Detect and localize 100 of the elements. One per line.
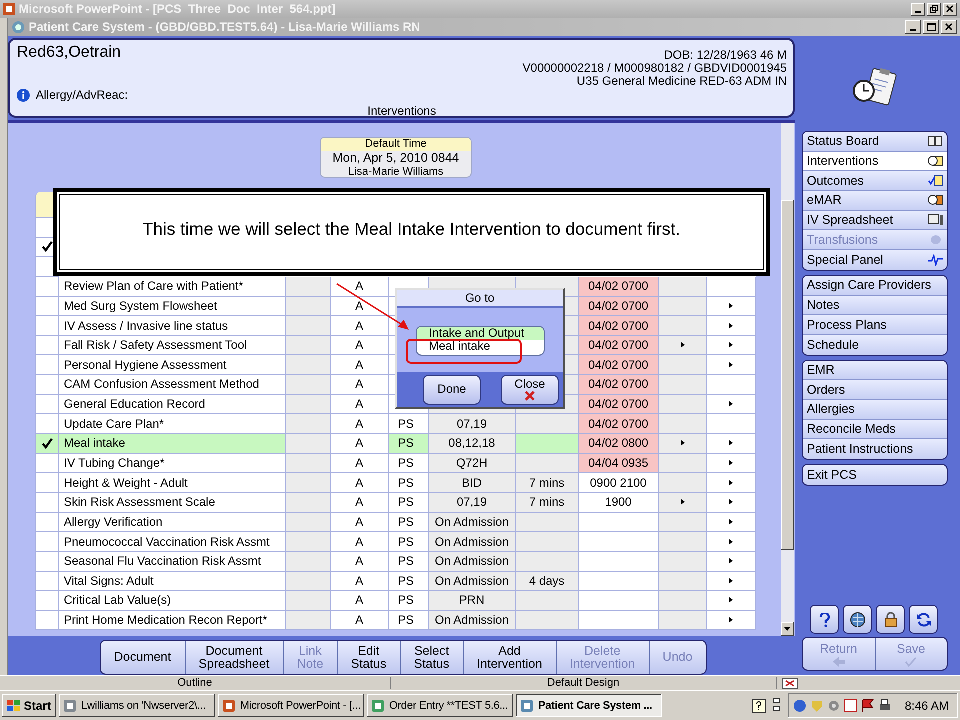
hand-icon[interactable] [792,698,807,712]
table-cell[interactable]: Med Surg System Flowsheet [59,296,286,316]
flag-icon[interactable] [860,698,875,712]
sidebar-item[interactable]: Patient Instructions [803,439,947,459]
table-cell[interactable]: General Education Record [59,394,286,414]
windows-icon [7,700,21,712]
table-cell[interactable]: CAM Confusion Assessment Method [59,375,286,395]
scrollbar[interactable] [781,123,794,636]
expand-icon[interactable] [729,617,733,624]
expand-icon[interactable] [729,362,733,368]
table-cell[interactable]: Pneumococcal Vaccination Risk Assmt [59,532,286,552]
expand-icon[interactable] [680,342,684,348]
table-cell [286,296,331,316]
expand-icon[interactable] [680,499,684,506]
printer-icon[interactable] [878,698,892,712]
table-cell[interactable]: Allergy Verification [59,512,286,532]
close-button[interactable] [943,2,957,16]
sidebar-item[interactable]: IV Spreadsheet [803,210,947,230]
refresh-button[interactable] [909,605,938,634]
table-cell[interactable]: Update Care Plan* [59,414,286,434]
taskbar-button[interactable]: Microsoft PowerPoint - [... [218,694,364,717]
expand-icon[interactable] [729,302,733,309]
expand-icon[interactable] [729,499,733,506]
taskbar-button[interactable]: Order Entry **TEST 5.6... [367,694,514,717]
table-cell[interactable]: Seasonal Flu Vaccination Risk Assmt [59,552,286,572]
dialog-button[interactable]: Done [423,374,481,404]
maximize-button[interactable] [923,20,939,34]
table-cell[interactable]: Review Plan of Care with Patient* [59,276,286,297]
expand-icon[interactable] [729,518,733,525]
sidebar-item[interactable]: Assign Care Providers [803,276,947,296]
expand-icon[interactable] [729,322,733,329]
close-icon [945,23,953,31]
table-cell[interactable]: Fall Risk / Safety Assessment Tool [59,336,286,356]
sidebar-item[interactable]: Interventions [803,152,947,172]
sidebar-item[interactable]: Allergies [803,400,947,420]
sidebar-item[interactable]: Outcomes [803,171,947,192]
taskbar-button[interactable]: Lwilliams on 'Nwserver2\... [59,694,216,717]
expand-icon[interactable] [729,342,733,348]
table-cell[interactable]: Height & Weight - Adult [59,473,286,493]
table-cell[interactable]: Personal Hygiene Assessment [59,355,286,376]
table-cell[interactable]: IV Tubing Change* [59,454,286,474]
restore-button[interactable] [927,2,941,16]
table-cell[interactable]: IV Assess / Invasive line status [59,316,286,336]
expand-icon[interactable] [729,597,733,604]
expand-icon[interactable] [729,401,733,408]
caret-icon [784,627,791,631]
list-box[interactable]: Intake and Output Meal intake [416,326,545,356]
expand-icon[interactable] [729,440,733,446]
scroll-down-button[interactable] [781,622,794,636]
table-cell [286,532,331,552]
gear-icon[interactable] [826,698,841,712]
sidebar-item[interactable]: eMAR [803,191,947,211]
window-icon[interactable] [844,698,858,712]
sidebar-item[interactable]: Notes [803,296,947,316]
table-cell[interactable]: Meal intake [59,434,286,454]
table-cell[interactable]: Critical Lab Value(s) [59,591,286,611]
toolbar-button[interactable]: Select Status [400,641,464,674]
toolbar-button[interactable]: Edit Status [338,641,401,674]
dialog-button[interactable]: Close [501,374,559,404]
expand-icon[interactable] [680,440,684,446]
minimize-button[interactable] [911,2,925,16]
expand-icon[interactable] [729,460,733,466]
expand-icon[interactable] [729,480,733,486]
sidebar-item[interactable]: Process Plans [803,315,947,335]
table-cell[interactable]: Vital Signs: Adult [59,572,286,592]
table-cell: 07,19 [429,492,516,513]
expand-icon[interactable] [729,558,733,564]
toolbar-button[interactable]: Document Spreadsheet [186,641,284,674]
table-cell [286,610,331,630]
minimize-button[interactable] [905,20,921,34]
network-icon[interactable] [772,698,782,714]
scrollbar-thumb[interactable] [781,200,794,550]
expand-icon[interactable] [729,578,733,584]
table-cell: A [331,394,389,414]
sidebar-item[interactable]: Reconcile Meds [803,420,947,440]
start-button[interactable]: Start [2,694,56,717]
checklist-icon [928,174,944,187]
sidebar-item[interactable]: Exit PCS [803,465,947,485]
toolbar-button[interactable]: Add Intervention [464,641,557,674]
help-icon[interactable] [752,698,766,712]
globe-button[interactable] [843,605,872,634]
table-cell[interactable]: Skin Risk Assessment Scale [59,492,286,513]
table-cell: PS [389,532,429,552]
list-item[interactable]: Intake and Output [417,327,544,340]
patient-name: Red63,Oetrain [17,44,122,62]
help-button[interactable] [810,605,839,634]
toolbar-button[interactable]: Document [101,641,186,674]
table-cell[interactable]: Print Home Medication Recon Report* [59,610,286,630]
view-title: Interventions [368,104,436,118]
lock-button[interactable] [876,605,905,634]
list-item[interactable]: Meal intake [417,340,544,353]
expand-icon[interactable] [729,538,733,545]
taskbar-button[interactable]: Patient Care System ... [516,694,662,717]
sidebar-item[interactable]: Orders [803,380,947,400]
sidebar-item[interactable]: EMR [803,360,947,380]
table-cell [286,552,331,572]
close-button[interactable] [941,20,957,34]
sidebar-item[interactable]: Schedule [803,334,947,355]
sidebar-item[interactable]: Status Board [803,132,947,152]
sidebar-item[interactable]: Special Panel [803,250,947,270]
